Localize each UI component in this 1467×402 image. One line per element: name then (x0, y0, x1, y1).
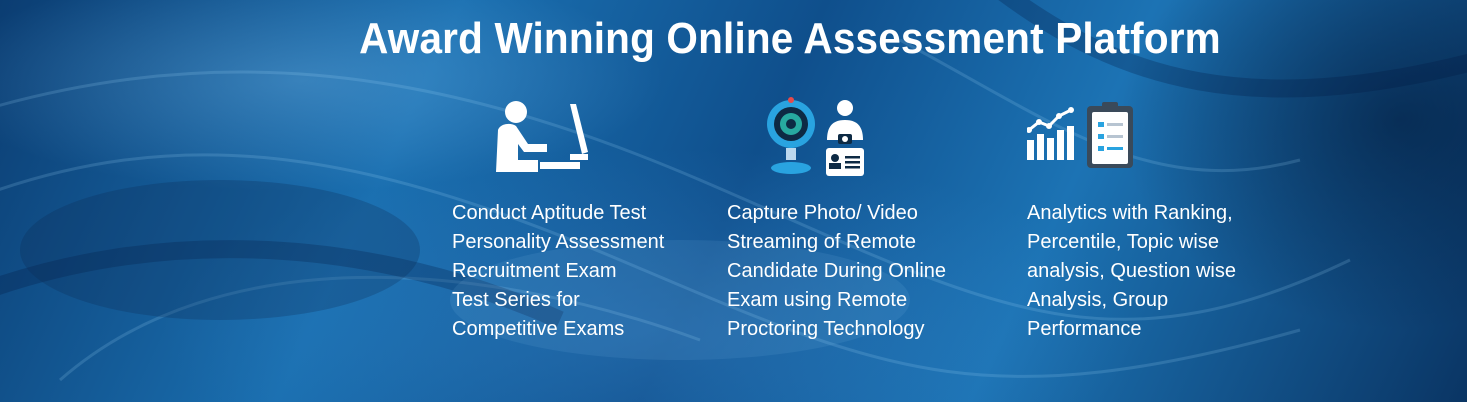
feature-text-analytics: Analytics with Ranking, Percentile, Topi… (1027, 199, 1287, 344)
webcam-and-id-card-icon (727, 96, 877, 191)
feature-line: Conduct Aptitude Test (452, 202, 647, 224)
feature-line: Streaming of Remote (727, 231, 916, 253)
analytics-chart-and-clipboard-icon (1026, 96, 1177, 191)
feature-line: Test Series for (452, 289, 580, 311)
feature-line: Performance (1027, 318, 1142, 340)
feature-line: Recruitment Exam (452, 260, 617, 282)
feature-line: Candidate During Online (727, 260, 947, 282)
feature-line: Analysis, Group (1027, 289, 1169, 311)
feature-line: Personality Assessment (452, 231, 665, 253)
assessment-banner: Award Winning Online Assessment Platform… (0, 0, 1467, 402)
feature-line: Percentile, Topic wise (1027, 231, 1219, 253)
feature-line: Capture Photo/ Video (727, 202, 918, 224)
feature-line: Proctoring Technology (727, 318, 925, 340)
feature-text-proctoring: Capture Photo/ Video Streaming of Remote… (727, 199, 987, 344)
feature-text-aptitude: Conduct Aptitude Test Personality Assess… (452, 199, 712, 344)
feature-line: Analytics with Ranking, (1027, 202, 1233, 224)
feature-line: Exam using Remote (727, 289, 908, 311)
person-at-computer-icon (452, 96, 602, 191)
page-title: Award Winning Online Assessment Platform (359, 14, 1221, 63)
feature-line: Competitive Exams (452, 318, 625, 340)
feature-line: analysis, Question wise (1027, 260, 1236, 282)
